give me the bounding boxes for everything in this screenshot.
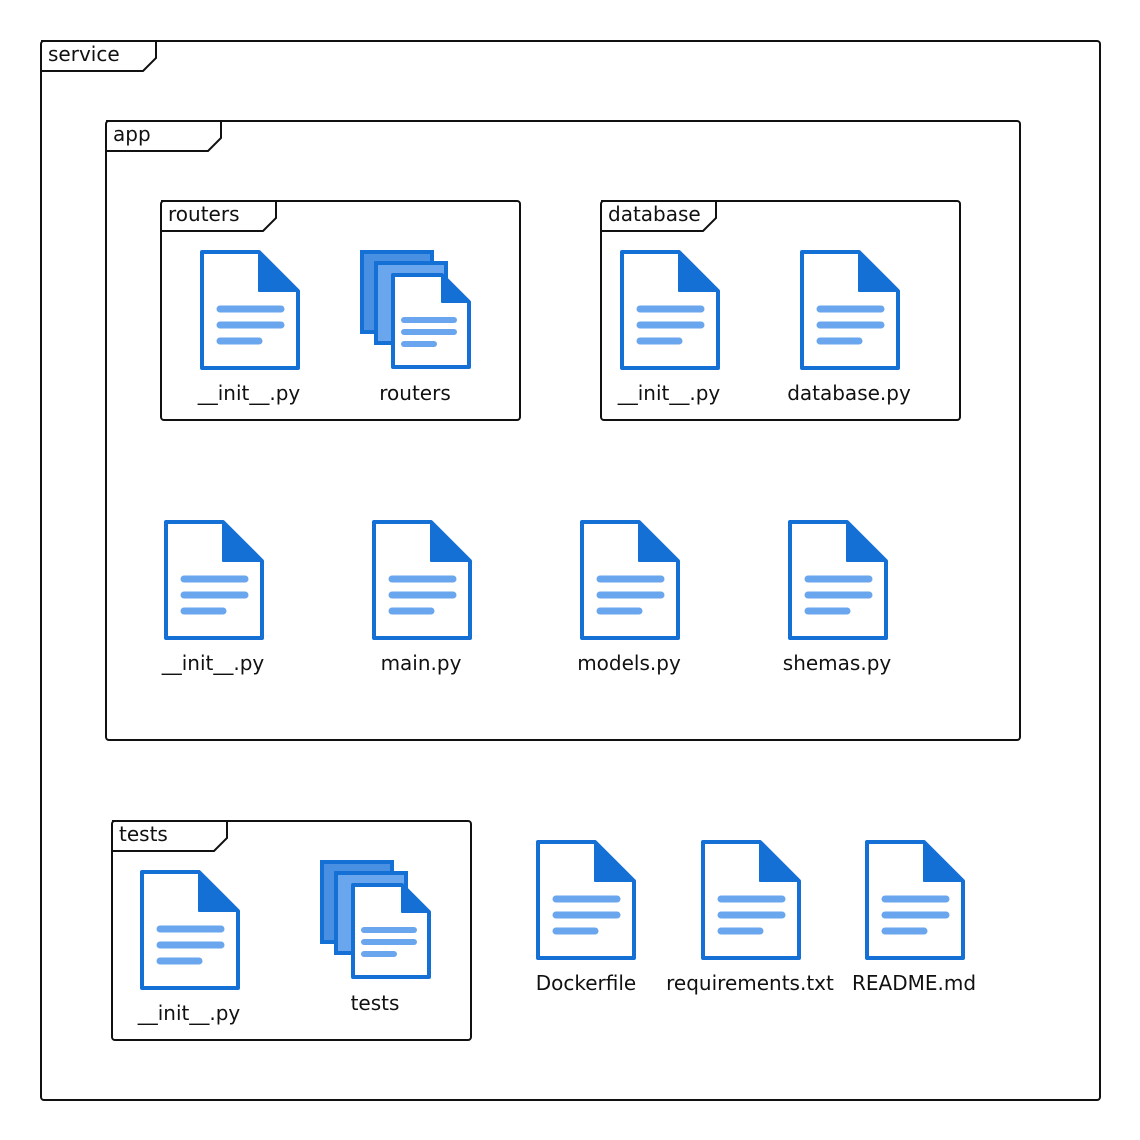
file-label: requirements.txt — [666, 971, 834, 995]
document-icon — [788, 520, 888, 640]
file-label: Dockerfile — [535, 971, 637, 995]
document-icon — [580, 520, 680, 640]
document-icon — [140, 870, 240, 990]
file-label: README.md — [851, 971, 977, 995]
package-tab: tests — [111, 820, 229, 852]
file-label: __init__.py — [617, 381, 721, 405]
file-label: shemas.py — [782, 651, 892, 675]
stacked-documents-icon — [360, 250, 471, 369]
document-icon — [620, 250, 720, 370]
file-label: __init__.py — [137, 1001, 241, 1025]
package-label: app — [113, 122, 151, 146]
document-icon — [164, 520, 264, 640]
file-label: __init__.py — [161, 651, 265, 675]
file-label: __init__.py — [197, 381, 301, 405]
document-icon — [701, 840, 801, 960]
document-icon — [536, 840, 636, 960]
package-tab: routers — [160, 200, 278, 232]
package-tab: database — [600, 200, 718, 232]
document-icon — [372, 520, 472, 640]
document-icon — [865, 840, 965, 960]
file-label: routers — [379, 381, 451, 405]
file-label: database.py — [787, 381, 911, 405]
package-tab: service — [40, 40, 158, 72]
file-label: tests — [350, 991, 400, 1015]
package-tab: app — [105, 120, 223, 152]
package-label: database — [608, 202, 701, 226]
package-label: service — [48, 42, 120, 66]
file-label: main.py — [380, 651, 462, 675]
package-label: routers — [168, 202, 240, 226]
document-icon — [200, 250, 300, 370]
stacked-documents-icon — [320, 860, 431, 979]
document-icon — [800, 250, 900, 370]
package-label: tests — [119, 822, 168, 846]
file-label: models.py — [577, 651, 681, 675]
